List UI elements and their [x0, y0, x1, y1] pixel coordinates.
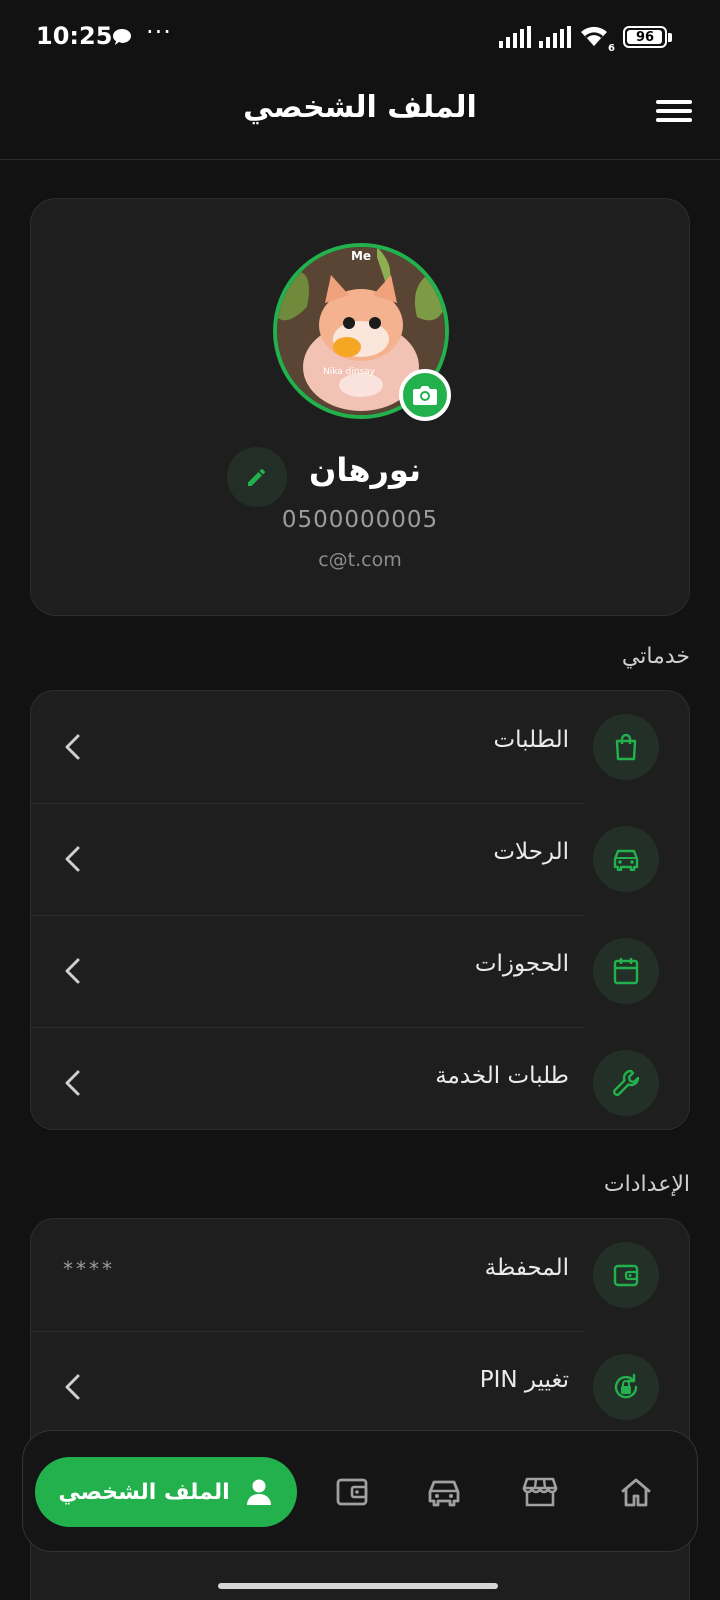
chevron-left-icon — [63, 729, 87, 765]
profile-name: نورهان — [309, 451, 422, 489]
wallet-icon — [593, 1242, 659, 1308]
chevron-left-icon — [63, 1369, 87, 1405]
nav-store-icon[interactable] — [517, 1469, 563, 1515]
list-item-wallet[interactable]: المحفظة **** — [31, 1219, 689, 1331]
list-item-label: المحفظة — [484, 1255, 569, 1281]
list-item-label: الطلبات — [493, 727, 569, 753]
list-item-label: الحجوزات — [474, 951, 569, 977]
chevron-left-icon — [63, 1065, 87, 1101]
wrench-icon — [593, 1050, 659, 1116]
wifi-indicator: 6 — [579, 24, 615, 54]
name-row: نورهان — [31, 447, 689, 507]
profile-icon — [246, 1479, 271, 1505]
list-item-trips[interactable]: الرحلات — [31, 803, 689, 915]
list-item-label: طلبات الخدمة — [435, 1063, 569, 1089]
status-time: 10:25 — [36, 22, 113, 50]
chevron-left-icon — [63, 841, 87, 877]
battery-tip — [668, 32, 672, 42]
wifi-icon — [581, 26, 607, 46]
battery-indicator: 96 — [623, 26, 667, 48]
list-item-label: تغيير PIN — [479, 1367, 569, 1393]
list-item-label: الرحلات — [493, 839, 569, 865]
settings-section-title: الإعدادات — [603, 1172, 690, 1197]
list-item-orders[interactable]: الطلبات — [31, 691, 689, 803]
services-card: الطلبات الرحلات الحجوزات طلبات الخدمة — [30, 690, 690, 1130]
nav-car-icon[interactable] — [421, 1469, 467, 1515]
car-icon — [593, 826, 659, 892]
hamburger-menu-icon[interactable] — [656, 96, 692, 126]
profile-phone: 0500000005 — [281, 507, 439, 533]
profile-card: Me Nika dinsay نورهان 0500000005 c@t.com — [30, 198, 690, 616]
list-item-service-requests[interactable]: طلبات الخدمة — [31, 1027, 689, 1129]
wifi-badge: 6 — [608, 43, 615, 54]
battery-level-text: 96 — [635, 29, 655, 45]
nav-wallet-icon[interactable] — [329, 1469, 375, 1515]
shopping-bag-icon — [593, 714, 659, 780]
chevron-left-icon — [63, 953, 87, 989]
app-header: الملف الشخصي — [0, 74, 720, 160]
camera-icon — [413, 386, 437, 405]
change-photo-button[interactable] — [399, 369, 451, 421]
more-notifications-icon: ··· — [146, 18, 172, 46]
edit-name-button[interactable] — [227, 447, 287, 507]
list-item-change-pin[interactable]: تغيير PIN — [31, 1331, 689, 1443]
nav-profile-button[interactable]: الملف الشخصي — [35, 1457, 297, 1527]
nav-active-label: الملف الشخصي — [58, 1479, 230, 1505]
signal-icon-2 — [539, 26, 571, 48]
home-indicator[interactable] — [218, 1583, 498, 1589]
pencil-icon — [248, 469, 265, 486]
nav-home-icon[interactable] — [613, 1469, 659, 1515]
signal-icon — [499, 26, 531, 48]
calendar-icon — [593, 938, 659, 1004]
services-section-title: خدماتي — [621, 644, 690, 669]
list-item-bookings[interactable]: الحجوزات — [31, 915, 689, 1027]
avatar-badge: Me — [350, 249, 372, 263]
profile-email: c@t.com — [318, 549, 402, 571]
chat-notification-icon — [113, 29, 131, 45]
bottom-navigation: الملف الشخصي — [22, 1430, 698, 1552]
avatar-caption: Nika dinsay — [323, 367, 376, 377]
page-title: الملف الشخصي — [243, 90, 477, 125]
status-bar: 10:25 ··· 6 96 — [0, 0, 720, 74]
pin-reset-icon — [593, 1354, 659, 1420]
wallet-balance-hidden: **** — [63, 1257, 115, 1281]
